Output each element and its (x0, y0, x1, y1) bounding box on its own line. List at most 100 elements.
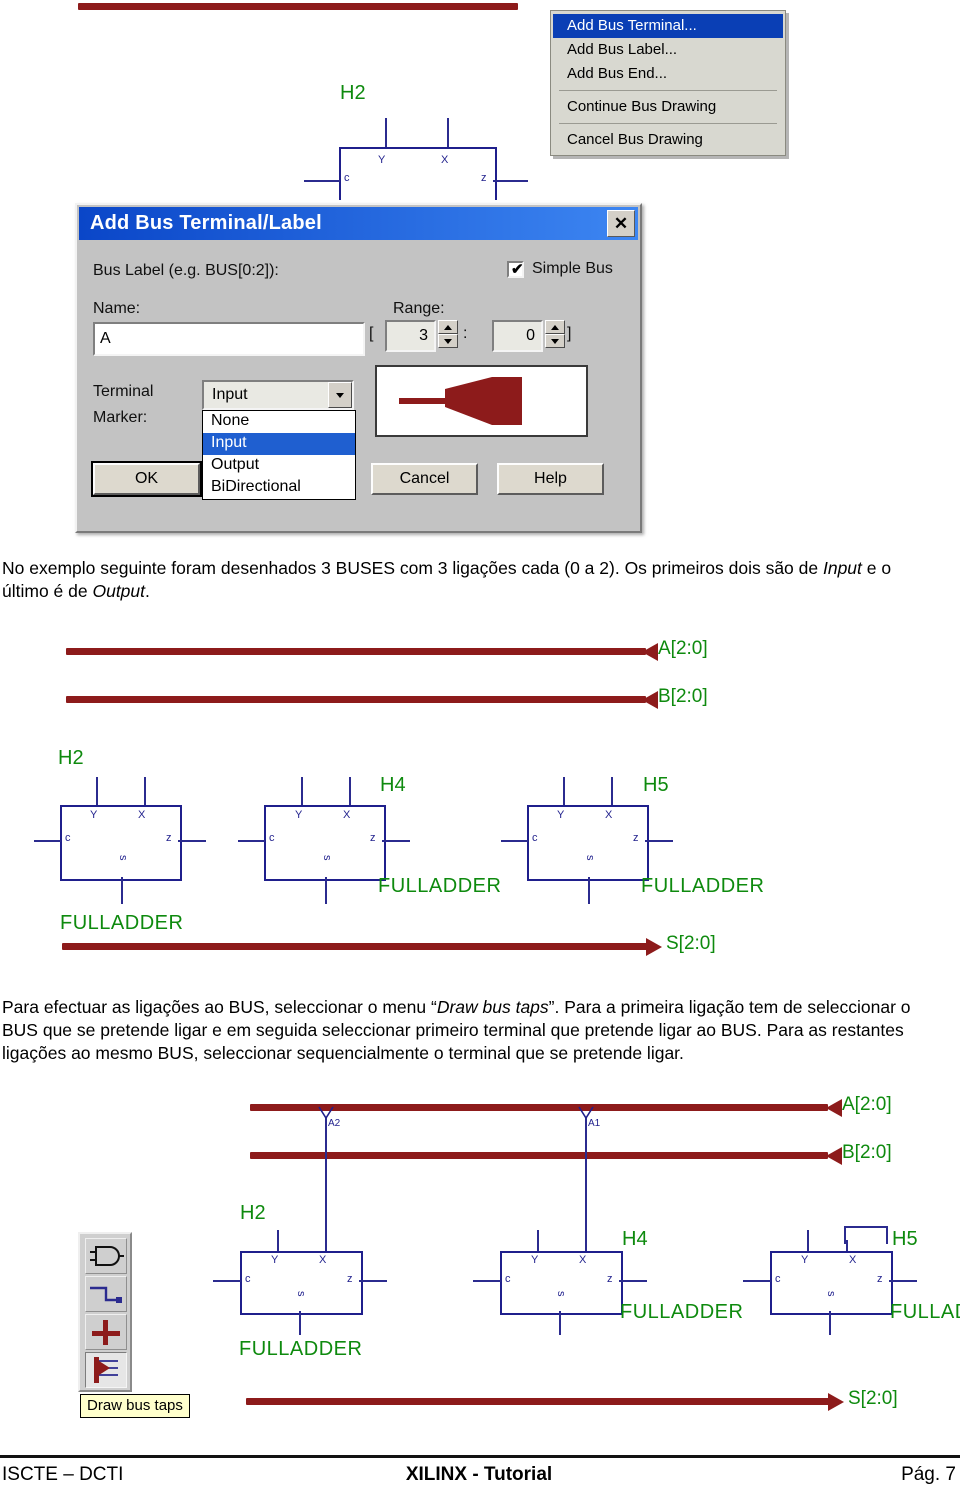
pin-wire-y-h4 (301, 777, 303, 805)
bus-context-menu[interactable]: Add Bus Terminal... Add Bus Label... Add… (550, 10, 786, 156)
range-high-up-button[interactable] (438, 320, 458, 334)
help-button[interactable]: Help (497, 463, 604, 495)
menu-item-add-bus-label[interactable]: Add Bus Label... (553, 38, 783, 62)
range-high-down-button[interactable] (438, 334, 458, 348)
pin-label-s-h4: s (555, 1291, 567, 1297)
draw-bus-taps-icon[interactable] (85, 1352, 127, 1388)
pin-wire-c-h4 (473, 1280, 501, 1282)
option-output[interactable]: Output (203, 455, 355, 477)
symbol-type-h5: FULLADDER (890, 1301, 960, 1323)
pin-wire-z-h2 (178, 840, 206, 842)
pin-label-x: X (441, 154, 449, 166)
terminal-marker-value: Input (212, 386, 248, 403)
menu-item-add-bus-end[interactable]: Add Bus End... (553, 62, 783, 86)
pin-wire-z (493, 180, 528, 182)
pin-label-z: z (481, 172, 487, 184)
footer-right: Pág. 7 (901, 1464, 956, 1485)
add-symbol-icon[interactable] (85, 1238, 127, 1274)
menu-separator (559, 123, 777, 124)
pin-wire-s-h2 (299, 1311, 301, 1335)
symbol-instance-h4: H4 (622, 1228, 648, 1250)
pin-wire-z-h4 (619, 1280, 647, 1282)
range-label: Range: (393, 300, 445, 317)
input-marker-icon (399, 377, 522, 425)
tooltip-draw-bus-taps: Draw bus taps (80, 1394, 190, 1418)
footer-left: ISCTE – DCTI (2, 1464, 124, 1485)
symbol-body-h5 (770, 1251, 893, 1315)
cancel-button[interactable]: Cancel (371, 463, 478, 495)
pin-label-y: Y (378, 154, 386, 166)
menu-item-cancel-bus-drawing[interactable]: Cancel Bus Drawing (553, 128, 783, 152)
add-bus-terminal-label-dialog: Add Bus Terminal/Label ✕ Bus Label (e.g.… (75, 203, 642, 533)
bus-line-b (250, 1152, 828, 1159)
pin-label-z-h2: z (166, 832, 172, 844)
paragraph-2: Para efectuar as ligações ao BUS, selecc… (2, 996, 947, 1065)
dialog-titlebar[interactable]: Add Bus Terminal/Label ✕ (79, 207, 638, 240)
pin-label-c-h5: c (532, 832, 538, 844)
paragraph-1: No exemplo seguinte foram desenhados 3 B… (2, 557, 942, 603)
option-bidirectional[interactable]: BiDirectional (203, 477, 355, 499)
page-footer: ISCTE – DCTI XILINX - Tutorial Pág. 7 (0, 1455, 960, 1486)
menu-item-continue-bus-drawing[interactable]: Continue Bus Drawing (553, 95, 783, 119)
name-input-value: A (100, 330, 111, 347)
pin-label-s-h4: s (321, 855, 333, 861)
symbol-type-h5: FULLADDER (641, 875, 765, 897)
bus-label-b: B[2:0] (658, 686, 708, 707)
pin-wire-s-h4 (559, 1311, 561, 1335)
pin-wire-y-h2 (96, 777, 98, 805)
bus-label-b: B[2:0] (842, 1142, 892, 1163)
pin-wire-x (447, 118, 449, 148)
chevron-down-icon[interactable] (328, 382, 352, 408)
range-low-value[interactable]: 0 (492, 320, 543, 352)
draw-bus-icon[interactable] (85, 1314, 127, 1350)
chevron-up-icon (444, 324, 452, 330)
output-marker-icon-s (828, 1393, 844, 1411)
pin-label-x-h4: X (343, 809, 351, 821)
terminal-marker-combobox[interactable]: Input (202, 380, 354, 410)
pin-wire-z-h5 (889, 1280, 917, 1282)
bus-label-a: A[2:0] (658, 638, 708, 659)
pin-label-c: c (344, 172, 350, 184)
p1-em-input: Input (822, 558, 862, 578)
bus-tap-wire-a1 (585, 1118, 587, 1251)
pin-wire-c-h5 (743, 1280, 771, 1282)
bus-line-s (246, 1398, 830, 1405)
range-low-up-button[interactable] (545, 320, 565, 334)
pin-wire-y-h5 (807, 1230, 809, 1252)
symbol-instance-h4: H4 (380, 774, 406, 796)
symbol-type-h4: FULLADDER (620, 1301, 744, 1323)
pin-label-z-h2: z (347, 1273, 353, 1285)
option-none[interactable]: None (203, 411, 355, 433)
terminal-marker-preview (375, 365, 588, 437)
pin-label-s-h5: s (825, 1291, 837, 1297)
bus-label-s: S[2:0] (666, 933, 716, 954)
range-high-value[interactable]: 3 (385, 320, 436, 352)
pin-wire-c-h2 (213, 1280, 241, 1282)
simple-bus-checkbox[interactable]: ✔ (507, 261, 524, 278)
ok-button[interactable]: OK (93, 463, 200, 495)
pin-wire-x-h2 (144, 777, 146, 805)
pin-label-x-h2: X (319, 1254, 327, 1266)
option-input[interactable]: Input (203, 433, 355, 455)
pin-wire-s-h2 (121, 877, 123, 904)
pin-label-y-h5: Y (557, 809, 565, 821)
pin-label-y-h2: Y (90, 809, 98, 821)
bus-line-b (66, 696, 646, 703)
pin-label-s-h2: s (295, 1291, 307, 1297)
terminal-marker-label-2: Marker: (93, 409, 148, 426)
symbol-instance-h5: H5 (892, 1228, 918, 1250)
p1-part1: No exemplo seguinte foram desenhados 3 B… (2, 558, 823, 578)
pin-wire-y (385, 118, 387, 148)
draw-wire-icon[interactable] (85, 1276, 127, 1312)
terminal-marker-dropdown-list[interactable]: None Input Output BiDirectional (202, 410, 356, 500)
symbol-instance-h2: H2 (58, 747, 84, 769)
name-input[interactable]: A (93, 322, 365, 356)
menu-separator (559, 90, 777, 91)
schematic-toolbar[interactable] (78, 1232, 132, 1392)
range-low-down-button[interactable] (545, 334, 565, 348)
menu-item-add-bus-terminal[interactable]: Add Bus Terminal... (553, 14, 783, 38)
symbol-body-h2 (339, 147, 497, 200)
bus-tap-stub-h5 (844, 1226, 888, 1244)
close-icon[interactable]: ✕ (607, 210, 635, 237)
pin-label-c-h4: c (269, 832, 275, 844)
